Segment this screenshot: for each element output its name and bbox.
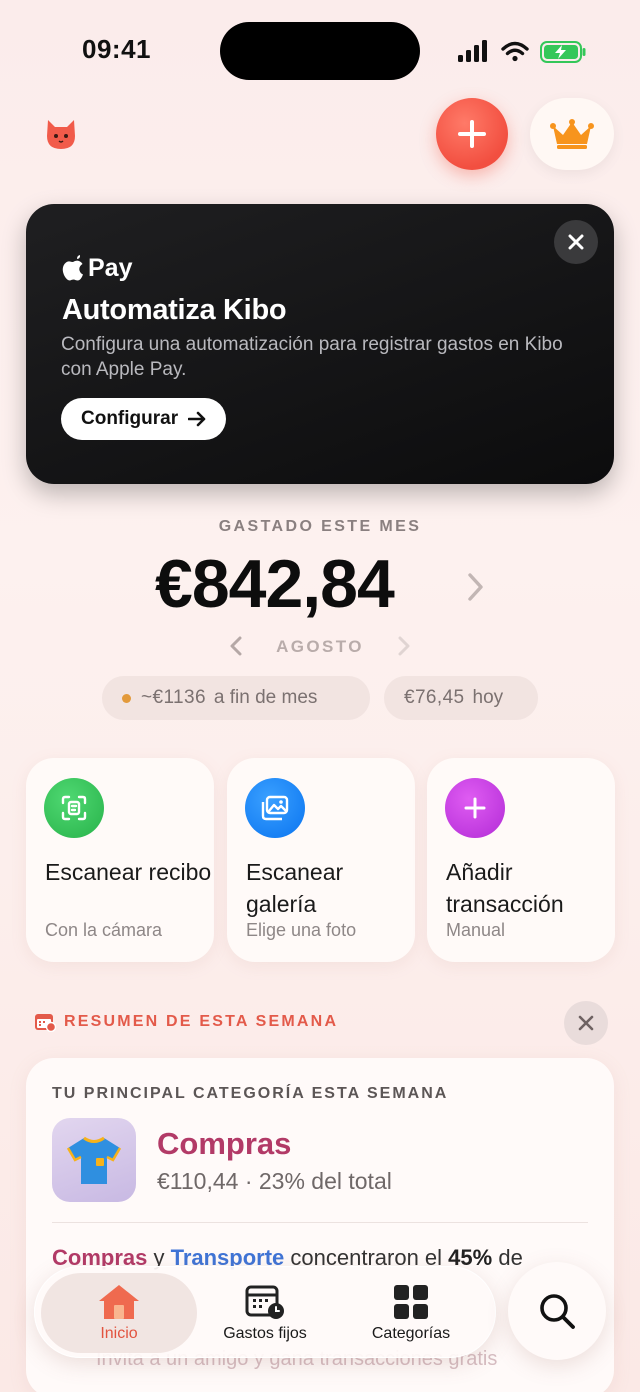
promo-close-button[interactable] (554, 220, 598, 264)
tile-subtitle: Elige una foto (246, 920, 357, 940)
pay-brand-text: Pay (88, 253, 133, 282)
category-amount: €110,44 · 23% del total (157, 1168, 392, 1194)
search-button[interactable] (508, 1262, 606, 1360)
tab-bar: Inicio Gastos fijos Categorías (34, 1266, 496, 1358)
arrow-right-icon (188, 411, 206, 427)
today-value: €76,45 (404, 687, 465, 708)
apple-icon (62, 255, 83, 281)
close-icon (578, 1015, 594, 1031)
cat-mascot-icon[interactable] (44, 116, 78, 152)
weekly-summary-title: RESUMEN DE ESTA SEMANA (64, 1013, 339, 1030)
month-label: AGOSTO (276, 637, 364, 656)
forecast-text: a fin de mes (213, 687, 318, 708)
today-pill: €76,45 hoy (384, 676, 538, 720)
add-transaction-button[interactable] (436, 98, 508, 170)
calendar-clock-icon (245, 1285, 284, 1319)
tab-fixed-expenses[interactable]: Gastos fijos (187, 1273, 343, 1353)
signal-icon (458, 40, 487, 62)
battery-icon (540, 41, 586, 63)
scan-gallery-tile[interactable]: Escanear galería Elige una foto (227, 758, 415, 962)
tile-title: Escanear galería (246, 859, 344, 917)
plus-icon (445, 778, 505, 838)
search-icon (540, 1294, 575, 1329)
tab-label: Gastos fijos (223, 1325, 307, 1342)
insight-text: de (492, 1245, 523, 1270)
home-icon (99, 1285, 139, 1319)
dismiss-summary-button[interactable] (564, 1001, 608, 1045)
chevron-right-icon (398, 636, 410, 656)
divider (52, 1222, 588, 1223)
tile-title: Añadir transacción (446, 859, 564, 917)
scan-receipt-tile[interactable]: Escanear recibo Con la cámara (26, 758, 214, 962)
apple-pay-logo: Pay (62, 252, 132, 284)
forecast-value: ~€1136 (141, 687, 206, 708)
add-transaction-tile[interactable]: Añadir transacción Manual (427, 758, 615, 962)
top-category-label: TU PRINCIPAL CATEGORÍA ESTA SEMANA (52, 1085, 449, 1102)
forecast-pill: ~€1136 a fin de mes (102, 676, 370, 720)
today-text: hoy (472, 687, 504, 708)
tab-label: Categorías (371, 1325, 451, 1342)
chevron-right-icon[interactable] (466, 572, 484, 607)
wifi-icon (501, 41, 529, 62)
status-time: 09:41 (82, 34, 151, 64)
dynamic-island (220, 22, 420, 80)
category-name: Compras (157, 1126, 292, 1161)
photo-gallery-icon (245, 778, 305, 838)
close-icon (568, 234, 584, 250)
next-month-button[interactable] (396, 636, 412, 661)
tile-title: Escanear recibo (45, 859, 212, 885)
spent-amount[interactable]: €842,84 (155, 545, 395, 623)
promo-description: Configura una automatización para regist… (61, 334, 563, 380)
tile-subtitle: Con la cámara (45, 920, 163, 940)
tshirt-icon (52, 1118, 136, 1202)
forecast-dot (122, 693, 131, 703)
spent-label: GASTADO ESTE MES (218, 518, 422, 535)
promo-title: Automatiza Kibo (62, 294, 287, 326)
tile-subtitle: Manual (446, 920, 506, 940)
calendar-icon (35, 1014, 56, 1032)
scan-receipt-icon (44, 778, 104, 838)
tab-label: Inicio (100, 1325, 138, 1342)
weekly-summary-header: RESUMEN DE ESTA SEMANA (34, 1012, 338, 1032)
tab-home[interactable]: Inicio (41, 1273, 197, 1353)
grid-icon (394, 1285, 428, 1319)
configure-button-label: Configurar (81, 408, 179, 429)
premium-button[interactable] (530, 98, 614, 170)
plus-icon (458, 120, 486, 148)
status-icons (458, 38, 588, 66)
tab-categories[interactable]: Categorías (333, 1273, 489, 1353)
crown-icon (550, 119, 594, 149)
configure-button[interactable]: Configurar (61, 398, 227, 440)
